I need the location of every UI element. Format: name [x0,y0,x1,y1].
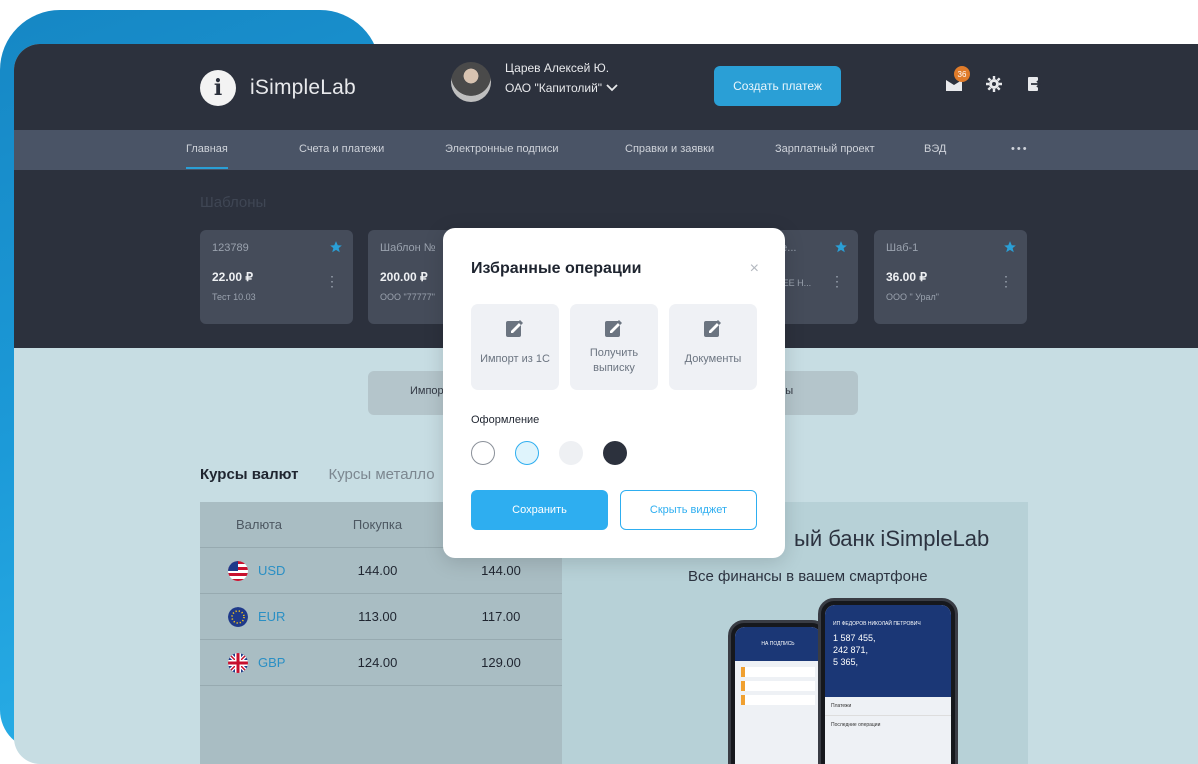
favorites-modal: Избранные операции × Импорт из 1С Получи… [443,228,785,558]
company-selector[interactable]: ОАО "Капитолий" [505,81,618,95]
template-desc: ООО "77777" [380,292,435,302]
phone-balance: 242 871, [833,645,869,655]
star-icon[interactable] [1003,240,1017,254]
hide-widget-button[interactable]: Скрыть виджет [620,490,757,530]
user-name: Царев Алексей Ю. [505,61,610,75]
star-icon[interactable] [329,240,343,254]
currency-code: GBP [258,655,286,670]
sell-rate: 129.00 [481,655,521,670]
app-name: iSimpleLab [250,76,356,99]
kebab-menu-icon[interactable]: ⋮ [830,274,844,288]
create-payment-button[interactable]: Создать платеж [714,66,841,106]
chevron-down-icon [606,84,618,92]
templates-title: Шаблоны [200,194,267,211]
nav-item-salary[interactable]: Зарплатный проект [775,143,875,155]
theme-swatch-gray[interactable] [559,441,583,465]
table-row[interactable]: GBP 124.00 129.00 [200,640,562,686]
template-desc: ООО " Урал" [886,292,939,302]
nav-item-ved[interactable]: ВЭД [924,143,946,155]
avatar [451,62,491,102]
notifications-icon[interactable]: 36 [944,66,970,94]
top-bar: i iSimpleLab Царев Алексей Ю. ОАО "Капит… [14,44,1198,130]
gear-icon[interactable] [984,74,1004,94]
nav-item-requests[interactable]: Справки и заявки [625,143,714,155]
theme-swatch-white[interactable] [471,441,495,465]
table-row[interactable]: EUR 113.00 117.00 [200,594,562,640]
notification-badge: 36 [954,66,970,82]
edit-document-icon [704,320,721,337]
template-desc: Тест 10.03 [212,292,256,302]
uk-flag-icon [228,652,248,673]
phone-balance: 1 587 455, [833,633,876,643]
kebab-menu-icon[interactable]: ⋮ [999,274,1013,288]
eu-flag-icon [228,606,248,627]
currency-code: USD [258,563,286,578]
rates-tabs: Курсы валют Курсы металло [200,466,435,483]
template-amount: 200.00 ₽ [380,270,428,284]
kebab-menu-icon[interactable]: ⋮ [325,274,339,288]
favorite-label: Получить выписку [589,347,639,374]
template-name: 123789 [212,242,249,254]
phone-back-image: НА ПОДПИСЬ [728,620,828,764]
logo-icon: i [200,70,236,106]
theme-swatch-light-blue[interactable] [515,441,539,465]
buy-rate: 144.00 [357,563,398,578]
design-label: Оформление [471,414,540,426]
favorite-label: Импорт из 1С [480,353,550,365]
buy-rate: 113.00 [358,609,397,624]
sell-rate: 144.00 [481,563,521,578]
us-flag-icon [228,560,248,581]
template-amount: 36.00 ₽ [886,270,927,284]
edit-document-icon [605,320,622,337]
nav-item-accounts[interactable]: Счета и платежи [299,143,384,155]
company-name: ОАО "Капитолий" [505,81,603,95]
nav-item-signatures[interactable]: Электронные подписи [445,143,559,155]
logout-icon[interactable] [1024,74,1044,94]
phone-client-name: ИП ФЕДОРОВ НИКОЛАЙ ПЕТРОВИЧ [833,621,921,627]
main-nav: Главная Счета и платежи Электронные подп… [14,130,1198,170]
user-switcher[interactable]: Царев Алексей Ю. ОАО "Капитолий" [451,61,618,102]
edit-document-icon [506,320,523,337]
template-name: Шаблон № [380,242,436,254]
nav-item-home[interactable]: Главная [186,143,228,169]
operation-label[interactable]: Импор [410,385,444,397]
sell-rate: 117.00 [481,609,521,624]
tab-metal-rates[interactable]: Курсы металло [328,466,434,483]
favorite-tile-statement[interactable]: Получить выписку [570,304,658,390]
favorite-tile-documents[interactable]: Документы [669,304,757,390]
phone-front-header: ИП ФЕДОРОВ НИКОЛАЙ ПЕТРОВИЧ 1 587 455, 2… [825,605,951,697]
phone-balance: 5 365, [833,657,859,667]
close-icon[interactable]: × [750,260,759,278]
favorite-label: Документы [684,353,742,365]
column-header: Покупка [352,517,403,532]
template-name: Шаб-1 [886,242,919,254]
phone-front-image: ИП ФЕДОРОВ НИКОЛАЙ ПЕТРОВИЧ 1 587 455, 2… [818,598,958,764]
template-amount: 22.00 ₽ [212,270,253,284]
template-card[interactable]: 123789 22.00 ₽ Тест 10.03 ⋮ [200,230,353,324]
phone-section: Платежи [825,697,951,716]
promo-subtitle: Все финансы в вашем смартфоне [688,568,928,585]
theme-swatch-dark[interactable] [603,441,627,465]
phone-section: Последние операции [831,722,881,728]
promo-title: ый банк iSimpleLab [794,526,990,551]
modal-title: Избранные операции [471,260,642,277]
buy-rate: 124.00 [357,655,398,670]
phone-back-header: НА ПОДПИСЬ [735,627,821,661]
logo[interactable]: i iSimpleLab [200,70,356,106]
template-card[interactable]: Шаб-1 36.00 ₽ ООО " Урал" ⋮ [874,230,1027,324]
star-icon[interactable] [834,240,848,254]
tab-currency-rates[interactable]: Курсы валют [200,466,298,483]
more-icon[interactable]: ••• [1011,143,1029,155]
currency-code: EUR [258,609,286,624]
save-button[interactable]: Сохранить [471,490,608,530]
favorite-tile-import[interactable]: Импорт из 1С [471,304,559,390]
column-header: Валюта [236,517,282,532]
